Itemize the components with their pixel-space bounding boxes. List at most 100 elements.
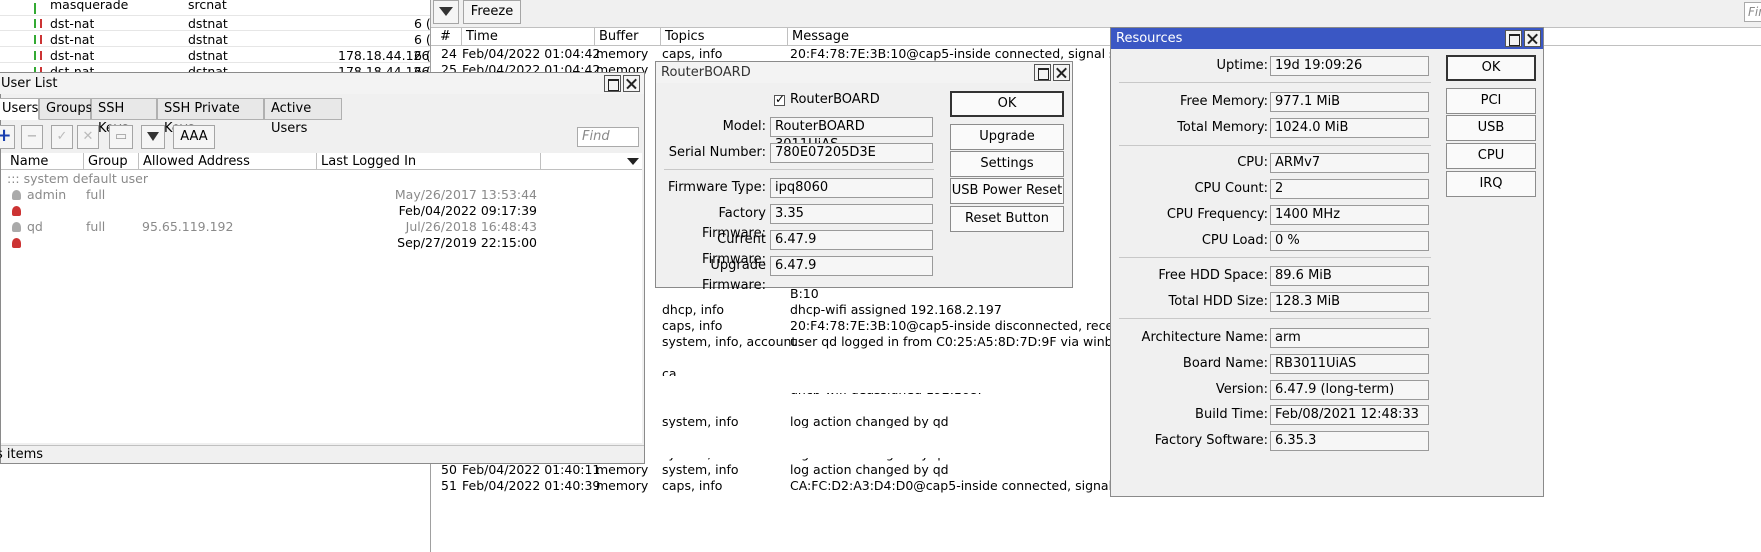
- routerboard-field-value[interactable]: 3.35: [770, 204, 933, 224]
- user-table-header: Name Group Allowed Address Last Logged I…: [1, 153, 642, 170]
- user-col-address[interactable]: Allowed Address: [139, 153, 317, 170]
- nat-chain: dst-nat: [50, 32, 95, 47]
- routerboard-reset-button-button[interactable]: Reset Button: [950, 206, 1064, 232]
- filter-button[interactable]: [141, 125, 165, 149]
- freeze-button[interactable]: Freeze: [463, 0, 521, 24]
- resource-field-value[interactable]: Feb/08/2021 12:48:33: [1270, 405, 1429, 425]
- resource-field-value[interactable]: 1024.0 MiB: [1270, 118, 1429, 138]
- routerboard-field-label: Serial Number:: [668, 145, 766, 160]
- resource-field-value[interactable]: ARMv7: [1270, 153, 1429, 173]
- user-row[interactable]: Sep/27/2019 22:15:00: [1, 235, 542, 251]
- user-last-logged: Jul/26/2018 16:48:43: [405, 219, 537, 234]
- log-time: Feb/04/2022 01:40:11: [462, 462, 601, 477]
- user-group: full: [86, 187, 106, 202]
- log-topics: system, info, account: [662, 334, 797, 349]
- nat-row[interactable]: dst-nat dstnat 6 (: [0, 15, 432, 31]
- nat-action: dstnat: [188, 48, 228, 63]
- tab-ssh-keys[interactable]: SSH Keys: [91, 98, 157, 136]
- maximize-button[interactable]: [1034, 64, 1051, 81]
- column-chooser-icon[interactable]: [627, 158, 639, 165]
- user-find-input[interactable]: Find: [577, 127, 639, 147]
- log-row[interactable]: 50 Feb/04/2022 01:40:11 memory system, info…: [431, 462, 1761, 478]
- remove-button[interactable]: −: [21, 125, 43, 149]
- user-row[interactable]: Feb/04/2022 09:17:39: [1, 203, 542, 219]
- resource-field-value[interactable]: 0 %: [1270, 231, 1429, 251]
- routerboard-settings-button[interactable]: Settings: [950, 151, 1064, 177]
- maximize-button[interactable]: [604, 75, 621, 92]
- resources-usb-button[interactable]: USB: [1446, 115, 1536, 141]
- routerboard-usb-power-reset-button[interactable]: USB Power Reset: [950, 178, 1064, 204]
- user-col-group[interactable]: Group: [84, 153, 139, 170]
- plus-icon: +: [0, 125, 12, 146]
- resource-field-value[interactable]: 6.47.9 (long-term): [1270, 380, 1429, 400]
- resource-field-value[interactable]: 977.1 MiB: [1270, 92, 1429, 112]
- log-col-num[interactable]: #: [436, 28, 462, 45]
- resources-cpu-button[interactable]: CPU: [1446, 143, 1536, 169]
- user-row[interactable]: admin full May/26/2017 13:53:44: [1, 187, 542, 203]
- routerboard-field-value[interactable]: 6.47.9: [770, 256, 933, 276]
- resource-field-value[interactable]: 19d 19:09:26: [1270, 56, 1429, 76]
- routerboard-ok-button[interactable]: OK: [950, 91, 1064, 117]
- redaction: [643, 428, 1033, 442]
- add-button[interactable]: +: [0, 125, 15, 149]
- resources-pci-button[interactable]: PCI: [1446, 88, 1536, 114]
- tab-groups[interactable]: Groups: [39, 98, 92, 120]
- routerboard-field-value[interactable]: RouterBOARD 3011UiAS: [770, 117, 933, 152]
- user-items-count: s items: [0, 447, 44, 462]
- log-col-topics[interactable]: Topics: [661, 28, 788, 45]
- log-row[interactable]: 24 Feb/04/2022 01:04:42 memory caps, info 20…: [431, 46, 1761, 62]
- nat-chain: dst-nat: [50, 16, 95, 31]
- resource-field-value[interactable]: 1400 MHz: [1270, 205, 1429, 225]
- comment-button[interactable]: ▭: [109, 125, 133, 149]
- resource-field-label: Free Memory:: [1179, 94, 1268, 109]
- user-col-name[interactable]: Name: [6, 153, 84, 170]
- routerboard-field-value[interactable]: 6.47.9: [770, 230, 933, 250]
- nat-count: 6 (: [414, 16, 431, 31]
- resource-field-label: Board Name:: [1182, 356, 1268, 371]
- log-time: Feb/04/2022 01:04:42: [462, 46, 601, 61]
- maximize-button[interactable]: [1505, 30, 1522, 47]
- user-list-titlebar[interactable]: User List: [0, 73, 644, 94]
- enable-button[interactable]: ✓: [51, 125, 73, 149]
- nat-row-icon: [34, 3, 44, 14]
- log-row[interactable]: 51 Feb/04/2022 01:40:39 memory caps, info CA…: [431, 478, 1761, 494]
- resource-field-value[interactable]: 128.3 MiB: [1270, 292, 1429, 312]
- routerboard-checkbox[interactable]: [774, 92, 785, 106]
- nat-row[interactable]: dst-nat dstnat 6 (: [0, 31, 432, 47]
- log-col-buffer[interactable]: Buffer: [595, 28, 661, 45]
- disable-button[interactable]: ✕: [77, 125, 99, 149]
- resource-field-value[interactable]: 2: [1270, 179, 1429, 199]
- resource-field-value[interactable]: RB3011UiAS: [1270, 354, 1429, 374]
- routerboard-field-label: Model:: [722, 119, 766, 134]
- log-col-message[interactable]: Message: [788, 28, 1118, 45]
- resources-titlebar[interactable]: Resources: [1111, 28, 1543, 49]
- tab-active-users[interactable]: Active Users: [264, 98, 342, 136]
- resource-field-value[interactable]: 89.6 MiB: [1270, 266, 1429, 286]
- tab-users[interactable]: Users: [0, 98, 39, 120]
- resources-ok-button[interactable]: OK: [1446, 55, 1536, 81]
- tab-ssh-private-keys[interactable]: SSH Private Keys: [157, 98, 264, 136]
- resources-separator: [1119, 145, 1431, 146]
- resource-field-value[interactable]: 6.35.3: [1270, 431, 1429, 451]
- routerboard-titlebar[interactable]: RouterBOARD: [656, 62, 1072, 83]
- resources-irq-button[interactable]: IRQ: [1446, 171, 1536, 197]
- routerboard-upgrade-button[interactable]: Upgrade: [950, 124, 1064, 150]
- routerboard-checkbox-label: RouterBOARD: [790, 92, 880, 107]
- user-col-last-logged[interactable]: Last Logged In: [317, 153, 541, 170]
- routerboard-field-value[interactable]: 780E07205D3E: [770, 143, 933, 163]
- log-col-time[interactable]: Time: [462, 28, 595, 45]
- aaa-button[interactable]: AAA: [173, 125, 215, 149]
- close-button[interactable]: [1524, 30, 1541, 47]
- close-button[interactable]: [623, 75, 640, 92]
- nat-row[interactable]: dst-nat dstnat 178.18.44.126 6 (: [0, 47, 432, 63]
- resources-separator: [1119, 318, 1431, 319]
- routerboard-field-value[interactable]: ipq8060: [770, 178, 933, 198]
- log-find-input[interactable]: Fin: [1744, 2, 1761, 22]
- user-row[interactable]: qd full 95.65.119.192 Jul/26/2018 16:48:43: [1, 219, 542, 235]
- nat-row[interactable]: masquerade srcnat: [0, 0, 432, 16]
- close-button[interactable]: [1053, 64, 1070, 81]
- resource-field-label: CPU Count:: [1194, 181, 1268, 196]
- user-name: admin: [27, 187, 67, 202]
- log-filter-button[interactable]: [433, 0, 459, 24]
- resource-field-value[interactable]: arm: [1270, 328, 1429, 348]
